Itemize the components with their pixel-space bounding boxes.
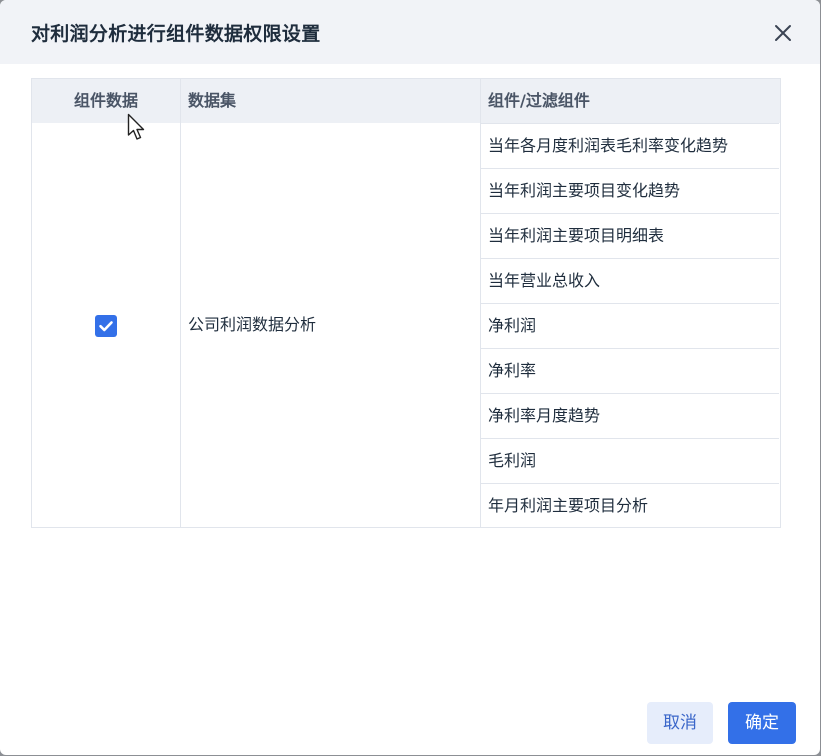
dialog-title: 对利润分析进行组件数据权限设置	[31, 23, 321, 45]
list-item: 净利率	[481, 348, 779, 393]
list-item: 毛利润	[481, 438, 779, 483]
dialog-header: 对利润分析进行组件数据权限设置	[0, 0, 820, 64]
list-item: 当年利润主要项目明细表	[481, 213, 779, 258]
close-icon[interactable]	[770, 20, 796, 46]
permission-dialog: 对利润分析进行组件数据权限设置 组件数据 数据集 组件/过滤组件 公司利润数据分…	[0, 0, 820, 755]
dataset-name: 公司利润数据分析	[188, 315, 317, 334]
list-item: 年月利润主要项目分析	[481, 483, 779, 528]
header-component-data: 组件数据	[73, 91, 138, 110]
list-item: 当年营业总收入	[481, 258, 779, 303]
component-list: 当年各月度利润表毛利率变化趋势 当年利润主要项目变化趋势 当年利润主要项目明细表…	[481, 123, 779, 528]
checkmark-icon	[99, 321, 113, 332]
confirm-button[interactable]: 确定	[728, 702, 796, 744]
cancel-button[interactable]: 取消	[647, 702, 713, 744]
header-components: 组件/过滤组件	[488, 91, 590, 110]
list-item: 当年利润主要项目变化趋势	[481, 168, 779, 213]
list-item: 净利率月度趋势	[481, 393, 779, 438]
list-item: 当年各月度利润表毛利率变化趋势	[481, 123, 779, 168]
mouse-pointer-icon	[127, 113, 149, 147]
list-item: 净利润	[481, 303, 779, 348]
header-dataset: 数据集	[188, 91, 237, 110]
component-data-checkbox[interactable]	[95, 315, 117, 337]
column-divider	[180, 79, 181, 527]
